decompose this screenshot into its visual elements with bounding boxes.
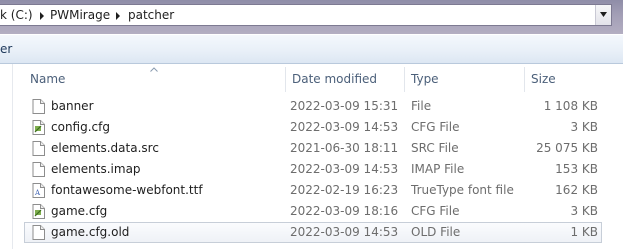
breadcrumb-separator-icon[interactable] xyxy=(113,10,123,22)
column-header-row: Name Date modified Type Size xyxy=(24,67,623,92)
settings-file-icon xyxy=(32,120,45,135)
column-header-type[interactable]: Type xyxy=(405,67,525,92)
chevron-down-icon xyxy=(600,12,607,17)
file-type: File xyxy=(411,99,432,113)
file-type: IMAP File xyxy=(411,162,465,176)
file-size: 162 KB xyxy=(555,183,598,197)
blank-file-icon xyxy=(32,99,45,114)
file-name: banner xyxy=(51,99,94,113)
column-header-label: Date modified xyxy=(292,72,378,86)
column-header-date[interactable]: Date modified xyxy=(286,67,405,92)
svg-text:A: A xyxy=(34,189,41,197)
file-size: 3 KB xyxy=(570,120,598,134)
command-bar: er xyxy=(0,34,623,64)
settings-file-icon xyxy=(32,204,45,219)
address-history-dropdown[interactable] xyxy=(595,5,611,25)
blank-file-icon xyxy=(32,225,45,240)
file-date-modified: 2022-03-09 15:31 xyxy=(290,99,399,113)
file-date-modified: 2022-03-09 14:53 xyxy=(290,225,399,239)
file-name: fontawesome-webfont.ttf xyxy=(51,183,203,197)
file-list: banner 2022-03-09 15:31 File 1 108 KB config… xyxy=(24,96,602,243)
file-row[interactable]: game.cfg.old 2022-03-09 14:53 OLD File 1 KB xyxy=(24,222,602,243)
blank-file-icon xyxy=(32,162,45,177)
file-date-modified: 2022-03-09 14:53 xyxy=(290,120,399,134)
file-name: config.cfg xyxy=(51,120,110,134)
file-row[interactable]: banner 2022-03-09 15:31 File 1 108 KB xyxy=(24,96,602,117)
column-header-size[interactable]: Size xyxy=(525,67,623,92)
file-row[interactable]: Afontawesome-webfont.ttf 2022-02-19 16:23… xyxy=(24,180,602,201)
column-header-label: Size xyxy=(531,72,556,86)
file-type: OLD File xyxy=(411,225,461,239)
blank-file-icon xyxy=(32,141,45,156)
file-name: elements.imap xyxy=(51,162,141,176)
file-size: 1 108 KB xyxy=(543,99,598,113)
file-size: 25 075 KB xyxy=(536,141,598,155)
file-row[interactable]: game.cfg 2022-03-09 18:16 CFG File 3 KB xyxy=(24,201,602,222)
file-type: SRC File xyxy=(411,141,459,155)
file-type: CFG File xyxy=(411,204,460,218)
breadcrumb-patcher[interactable]: patcher xyxy=(128,8,174,22)
file-size: 1 KB xyxy=(570,225,598,239)
file-date-modified: 2021-06-30 18:11 xyxy=(290,141,399,155)
file-name: game.cfg.old xyxy=(51,225,130,239)
breadcrumb-separator-icon[interactable] xyxy=(37,10,47,22)
title-bar: k (C:) PWMirage patcher xyxy=(0,0,623,34)
address-bar[interactable]: k (C:) PWMirage patcher xyxy=(0,4,612,26)
file-row[interactable]: elements.data.src 2021-06-30 18:11 SRC Fil… xyxy=(24,138,602,159)
breadcrumb-pwmirage[interactable]: PWMirage xyxy=(50,8,110,22)
file-type: CFG File xyxy=(411,120,460,134)
file-row[interactable]: elements.imap 2022-03-09 14:53 IMAP File 15… xyxy=(24,159,602,180)
column-header-label: Name xyxy=(30,72,66,86)
file-name: elements.data.src xyxy=(51,141,159,155)
navigation-pane-edge xyxy=(0,64,13,249)
file-size: 3 KB xyxy=(570,204,598,218)
font-file-icon: A xyxy=(32,183,45,198)
column-header-label: Type xyxy=(411,72,439,86)
file-date-modified: 2022-02-19 16:23 xyxy=(290,183,399,197)
command-bar-item[interactable]: er xyxy=(0,42,12,56)
file-name: game.cfg xyxy=(51,204,108,218)
file-row[interactable]: config.cfg 2022-03-09 14:53 CFG File 3 KB xyxy=(24,117,602,138)
file-list-pane: Name Date modified Type Size banner 2022-… xyxy=(0,64,623,249)
file-type: TrueType font file xyxy=(411,183,514,197)
breadcrumb-drive[interactable]: k (C:) xyxy=(0,8,33,22)
file-date-modified: 2022-03-09 18:16 xyxy=(290,204,399,218)
file-date-modified: 2022-03-09 14:53 xyxy=(290,162,399,176)
file-size: 153 KB xyxy=(555,162,598,176)
column-header-name[interactable]: Name xyxy=(24,67,286,92)
